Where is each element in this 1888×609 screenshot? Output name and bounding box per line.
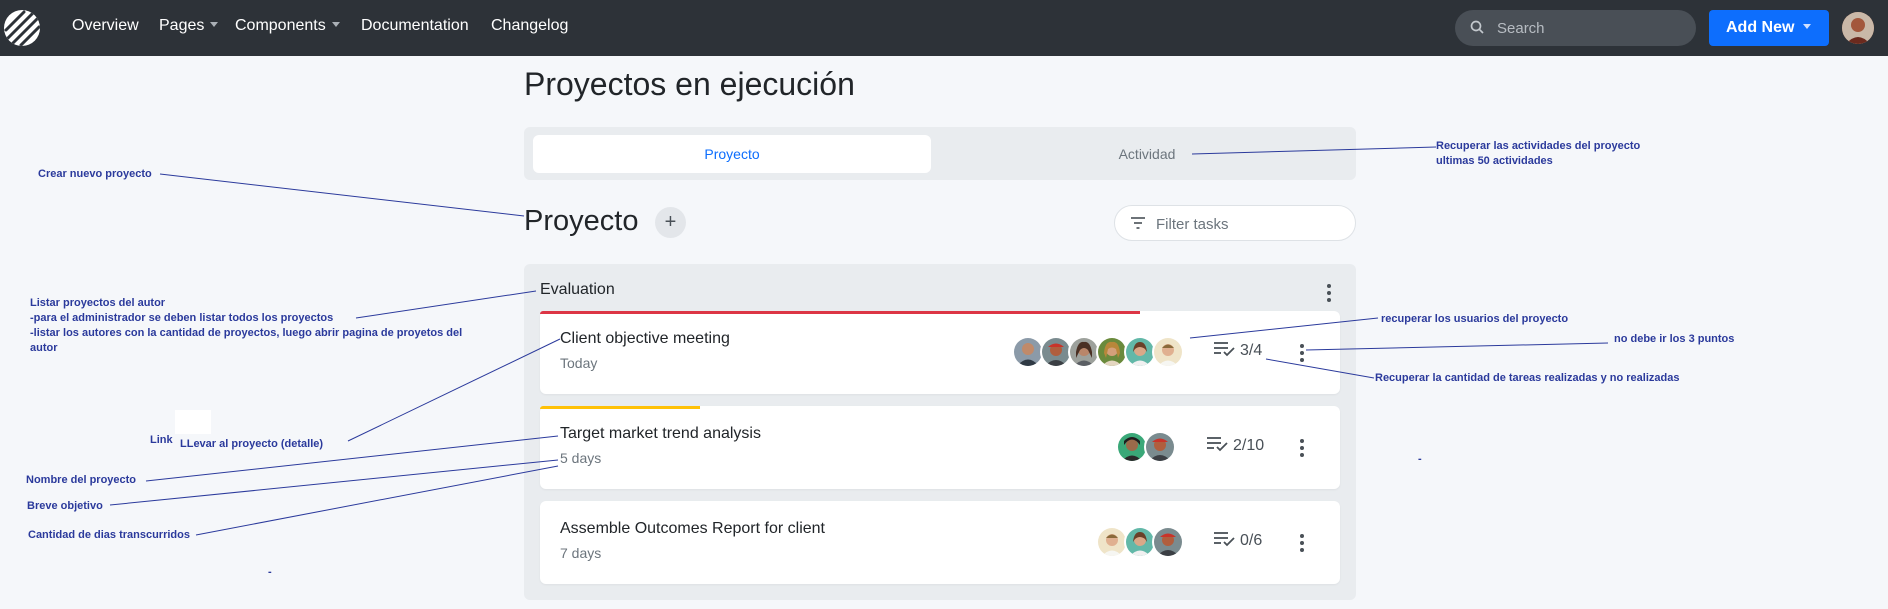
annotation-link: Link [150, 434, 173, 446]
annotation-dash: - [268, 566, 272, 578]
annotation-line: autor [30, 342, 58, 354]
annotation-line: ultimas 50 actividades [1436, 155, 1553, 167]
annotation-line: Listar proyectos del autor [30, 297, 166, 309]
annotation-line: -para el administrador se deben listar t… [30, 312, 334, 324]
annotation-objetivo: Breve objetivo [27, 500, 103, 512]
annotation-llevar: LLevar al proyecto (detalle) [180, 438, 324, 450]
annotation-nombre: Nombre del proyecto [26, 474, 137, 486]
annotation-line: -listar los autores con la cantidad de p… [30, 327, 463, 339]
annotation-box [175, 410, 211, 434]
annotation-tareas: Recuperar la cantidad de tareas realizad… [1375, 372, 1680, 384]
annotation-crear: Crear nuevo proyecto [38, 168, 152, 180]
annotation-listar: Listar proyectos del autor -para el admin… [30, 296, 462, 356]
annotation-usuarios: recuperar los usuarios del proyecto [1381, 313, 1569, 325]
annotation-actividades: Recuperar las actividades del proyecto ul… [1436, 139, 1640, 169]
annotation-line: Recuperar las actividades del proyecto [1436, 140, 1641, 152]
annotation-puntos: no debe ir los 3 puntos [1614, 333, 1735, 345]
annotation-dias: Cantidad de dias transcurridos [28, 529, 190, 541]
annotation-dash: - [1418, 453, 1422, 465]
